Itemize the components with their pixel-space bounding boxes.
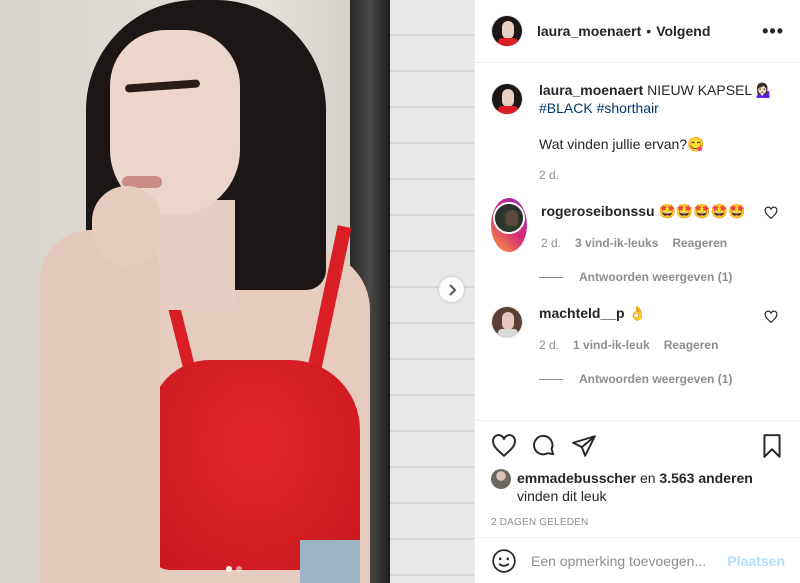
more-icon[interactable]: ••• <box>762 21 784 42</box>
caption-text: NIEUW KAPSEL 💁🏻‍♀️ <box>643 82 773 98</box>
post-header: laura_moenaert • Volgend ••• <box>475 0 800 63</box>
comment-username[interactable]: rogeroseibonssu <box>541 203 655 219</box>
story-ring[interactable] <box>491 198 527 252</box>
comment-text: 👌 <box>624 305 646 321</box>
comment-input[interactable] <box>531 552 728 569</box>
author-avatar[interactable] <box>491 15 523 47</box>
comment-item: rogeroseibonssu 🤩🤩🤩🤩🤩 2 d. 3 vind-ik-leu… <box>491 198 784 252</box>
likes-connector: en <box>636 470 660 486</box>
likes-summary: emmadebusscher en 3.563 anderen vinden d… <box>491 469 785 505</box>
photo-jeans <box>300 540 360 583</box>
post-panel: laura_moenaert • Volgend ••• laura_moena… <box>474 0 800 583</box>
comment-likes[interactable]: 1 vind-ik-leuk <box>573 336 650 354</box>
others-likes-link[interactable]: 3.563 anderen <box>659 470 752 486</box>
heart-icon[interactable] <box>764 310 778 324</box>
post-photo[interactable] <box>0 0 474 583</box>
share-icon[interactable] <box>571 433 597 459</box>
comment-likes[interactable]: 3 vind-ik-leuks <box>575 234 658 252</box>
view-replies-label: Antwoorden weergeven (1) <box>579 372 733 386</box>
view-replies-button[interactable]: Antwoorden weergeven (1) <box>539 372 784 386</box>
carousel-dot-active <box>226 566 232 572</box>
comment-icon[interactable] <box>531 433 557 459</box>
liker-avatar[interactable] <box>491 469 511 489</box>
reply-button[interactable]: Reageren <box>672 234 727 252</box>
caption-username[interactable]: laura_moenaert <box>539 82 643 98</box>
commenter-avatar <box>493 202 525 234</box>
comment-text: 🤩🤩🤩🤩🤩 <box>654 203 746 219</box>
bookmark-icon[interactable] <box>759 433 785 459</box>
caption-question: Wat vinden jullie ervan?😋 <box>539 136 705 152</box>
hashtag-black[interactable]: #BLACK <box>539 100 593 116</box>
photo-hand <box>92 186 162 266</box>
likes-suffix: vinden dit leuk <box>517 488 607 504</box>
follow-separator: • <box>646 23 652 39</box>
caption-time[interactable]: 2 d. <box>539 166 559 184</box>
add-comment-bar: Plaatsen <box>475 537 800 583</box>
heart-icon[interactable] <box>491 433 517 459</box>
replies-line <box>539 378 563 380</box>
author-username[interactable]: laura_moenaert <box>537 23 641 39</box>
chevron-right-icon <box>448 283 456 296</box>
photo-arm <box>40 230 160 583</box>
liker-username[interactable]: emmadebusscher <box>517 470 636 486</box>
comments-list[interactable]: laura_moenaert NIEUW KAPSEL 💁🏻‍♀️ #BLACK… <box>475 63 800 420</box>
post-comment-button[interactable]: Plaatsen <box>727 553 785 569</box>
carousel-dots <box>226 566 242 572</box>
comment-time[interactable]: 2 d. <box>539 336 559 354</box>
caption: laura_moenaert NIEUW KAPSEL 💁🏻‍♀️ #BLACK… <box>491 81 784 184</box>
comment-time[interactable]: 2 d. <box>541 234 561 252</box>
emoji-icon[interactable] <box>491 548 517 574</box>
commenter-avatar[interactable] <box>491 306 523 338</box>
post-actions: emmadebusscher en 3.563 anderen vinden d… <box>475 420 800 528</box>
caption-avatar[interactable] <box>491 83 523 115</box>
carousel-dot <box>236 566 242 572</box>
reply-button[interactable]: Reageren <box>664 336 719 354</box>
view-replies-label: Antwoorden weergeven (1) <box>579 270 733 284</box>
post-date[interactable]: 2 dagen geleden <box>491 517 785 528</box>
comment-item: machteld__p 👌 2 d. 1 vind-ik-leuk Reager… <box>491 304 784 354</box>
hashtag-shorthair[interactable]: #shorthair <box>597 100 659 116</box>
photo-red-top <box>150 360 360 570</box>
next-photo-button[interactable] <box>439 277 464 302</box>
heart-icon[interactable] <box>764 206 778 220</box>
following-button[interactable]: Volgend <box>656 23 710 39</box>
view-replies-button[interactable]: Antwoorden weergeven (1) <box>539 270 784 284</box>
replies-line <box>539 276 563 278</box>
comment-username[interactable]: machteld__p <box>539 305 625 321</box>
